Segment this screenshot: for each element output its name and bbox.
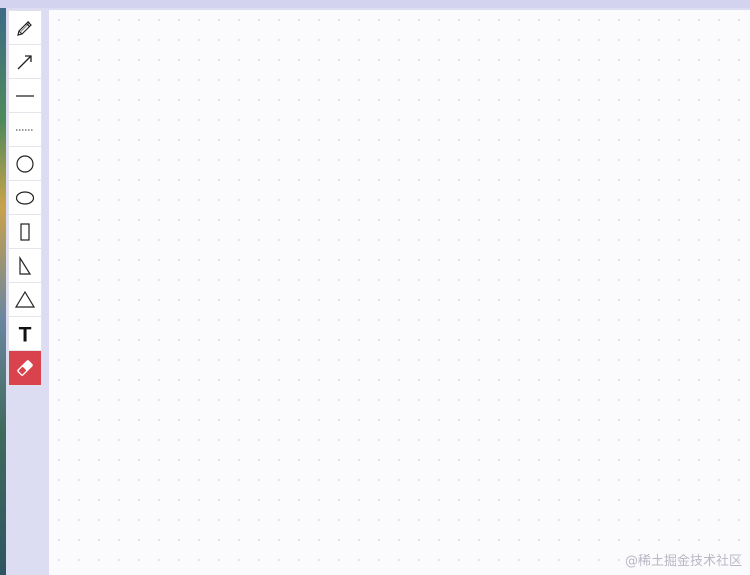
arrow-icon [17,54,32,69]
line-icon [16,94,34,97]
triangle-icon [15,290,35,308]
eraser-icon [17,360,33,376]
tool-triangle[interactable] [9,283,41,317]
tool-dashed-line[interactable] [9,113,41,147]
tool-eraser[interactable] [9,351,41,385]
watermark: @稀土掘金技术社区 [624,554,742,569]
dashed-line-icon [16,129,34,130]
tool-ellipse[interactable] [9,181,41,215]
pencil-icon [17,20,32,36]
tool-right-triangle[interactable] [9,249,41,283]
circle-icon [16,154,34,173]
tool-circle[interactable] [9,147,41,181]
text-icon: T [19,324,32,344]
right-triangle-icon [19,255,32,275]
background-edge [0,8,6,575]
tool-arrow[interactable] [9,45,41,79]
tool-pencil[interactable] [9,11,41,45]
tool-rectangle[interactable] [9,215,41,249]
tool-text[interactable]: T [9,317,41,351]
text-tool-label: T [19,324,32,344]
tool-line[interactable] [9,79,41,113]
ellipse-icon [15,190,35,205]
top-strip [0,0,750,8]
drawing-toolbar: T [8,10,42,386]
drawing-canvas[interactable] [49,10,750,575]
rectangle-icon [20,222,30,241]
